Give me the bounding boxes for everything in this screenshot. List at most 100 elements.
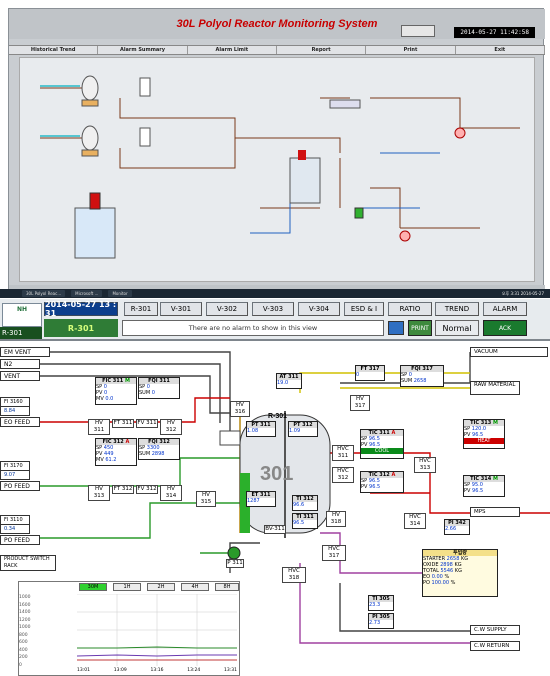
ti311-panel[interactable]: TI 311 96.5: [292, 513, 318, 529]
os-taskbar: 30L Polyol Reac... Microsoft ... Monitor…: [0, 289, 550, 298]
nav-ratio[interactable]: RATIO: [388, 302, 432, 316]
menu-historical-trend[interactable]: Historical Trend: [9, 46, 99, 54]
fqi317-sum: 2658: [413, 378, 427, 384]
et311-value: 1287: [247, 498, 260, 504]
pump-1-icon: [454, 127, 466, 139]
pt311-panel[interactable]: PT 311 1.08: [246, 421, 276, 437]
valve-hvc314[interactable]: HVC 314: [404, 513, 426, 529]
valve-hvc311[interactable]: HVC 311: [332, 445, 354, 461]
top-small-button[interactable]: [401, 25, 435, 37]
menu-alarm-limit[interactable]: Alarm Limit: [188, 46, 277, 54]
current-view: R-301: [44, 319, 118, 337]
charge-summary-table: 투입량 STARTER 2658 KG OXIDE 2898 KG TOTAL …: [422, 549, 498, 597]
ti312-panel[interactable]: TI 312 96.6: [292, 495, 318, 511]
trend-tab-4h[interactable]: 4H: [181, 583, 209, 591]
valve-hv316[interactable]: HV 316: [230, 401, 250, 417]
nav-v302[interactable]: V-302: [206, 302, 248, 316]
trend-tab-1h[interactable]: 1H: [113, 583, 141, 591]
valve-hvc318[interactable]: HVC 318: [282, 567, 306, 583]
fqi311-panel[interactable]: FQI 311 SP 0 SUM 0: [138, 377, 180, 399]
ti305-panel[interactable]: TI 305 23.3: [368, 595, 394, 611]
ack-button[interactable]: ACK: [483, 320, 527, 336]
nav-trend[interactable]: TREND: [435, 302, 479, 316]
pump-2-icon: [399, 230, 411, 242]
valve-ft311[interactable]: FT 311: [112, 419, 134, 428]
hmi-date: 2014-05-27 13 : 31: [44, 300, 118, 318]
taskbar-item[interactable]: 30L Polyol Reac...: [22, 290, 66, 297]
taskbar-item[interactable]: Microsoft ...: [71, 290, 103, 297]
nav-v303[interactable]: V-303: [252, 302, 294, 316]
heat-exchanger-icon: [329, 99, 361, 109]
line-mps: MPS: [470, 507, 520, 517]
print-button[interactable]: PRINT: [408, 320, 432, 336]
valve-hv311[interactable]: HV 311: [88, 419, 110, 435]
company-logo: NH: [2, 303, 42, 327]
trend-tab-8h[interactable]: 8H: [215, 583, 239, 591]
valve-hv312[interactable]: HV 312: [160, 419, 182, 435]
menu-print[interactable]: Print: [366, 46, 456, 54]
line-eo-feed: EO FEED: [0, 417, 40, 427]
valve-bv311[interactable]: BV-311: [264, 525, 286, 534]
valve-fv312[interactable]: FV 312: [136, 485, 158, 494]
tic314-mode: M: [492, 476, 498, 482]
menu-alarm-summary[interactable]: Alarm Summary: [98, 46, 188, 54]
top-diagram-svg: [40, 75, 520, 259]
tic312-panel[interactable]: TIC 312 A SP 96.5 PV 96.5: [360, 471, 404, 493]
fic311-mode: M: [124, 378, 130, 384]
fic311-mv: 0.0: [105, 396, 114, 402]
nav-alarm[interactable]: ALARM: [483, 302, 527, 316]
menu-exit[interactable]: Exit: [456, 46, 545, 54]
pi342-panel[interactable]: PI 342 2.66: [444, 519, 470, 535]
top-process-diagram: [19, 57, 535, 282]
valve-hv317[interactable]: HV 317: [350, 395, 370, 411]
valve-hv315[interactable]: HV 315: [196, 491, 216, 507]
valve-fv311[interactable]: FV 311: [136, 419, 158, 428]
valve-hvc317[interactable]: HVC 317: [322, 545, 346, 561]
fi3170-value: 9.07: [0, 470, 30, 480]
fi3160-value: 8.84: [0, 406, 30, 416]
nav-esd[interactable]: ESD & I: [344, 302, 384, 316]
hmi-header: NH R-301 2014-05-27 13 : 31 R-301 R-301 …: [0, 299, 550, 341]
pi305-panel[interactable]: PI 305 2.73: [368, 613, 394, 629]
valve-hv314[interactable]: HV 314: [160, 485, 182, 501]
nav-v304[interactable]: V-304: [298, 302, 340, 316]
summary-row: PO 100.00 %: [423, 580, 456, 586]
trend-tab-2h[interactable]: 2H: [147, 583, 175, 591]
fic311-panel[interactable]: FIC 311 M SP 0 PV 0 MV 0.0: [95, 377, 137, 405]
valve-hv313[interactable]: HV 313: [88, 485, 110, 501]
taskbar-item[interactable]: Monitor: [108, 290, 132, 297]
unit-tag: R-301: [0, 327, 42, 339]
nav-v301[interactable]: V-301: [160, 302, 202, 316]
et311-panel[interactable]: ET 311 1287: [246, 491, 276, 507]
tic314-panel[interactable]: TIC 314 M SP 95.0 PV 96.5: [463, 475, 505, 497]
pump-p311[interactable]: P 311: [226, 559, 244, 568]
line-vacuum: VACUUM: [470, 347, 548, 357]
tic313-state: HEAT: [464, 438, 504, 444]
tic313-panel[interactable]: TIC 313 M SP 120.0 PV 96.5 HEAT: [463, 419, 505, 449]
at311-panel[interactable]: AT 311 19.0: [276, 373, 302, 389]
trend-tab-30m[interactable]: 30M: [79, 583, 107, 591]
menu-report[interactable]: Report: [277, 46, 367, 54]
at311-value: 19.0: [277, 380, 289, 386]
top-monitor-window: 30L Polyol Reactor Monitoring System 201…: [8, 8, 545, 291]
tic311-panel[interactable]: TIC 311 A SP 96.5 PV 96.5 COOL: [360, 429, 404, 459]
tic311-state: COOL: [361, 448, 403, 454]
pt312-panel[interactable]: PT 312 1.09: [288, 421, 318, 437]
line-raw-material: RAW MATERIAL: [470, 381, 520, 395]
ft317-panel[interactable]: FT 317 0: [355, 365, 385, 381]
fqi317-panel[interactable]: FQI 317 SP 0 SUM 2658: [400, 365, 444, 387]
fqi312-panel[interactable]: FQI 312 SP 3300 SUM 2898: [138, 438, 180, 460]
valve-hvc313[interactable]: HVC 313: [414, 457, 436, 473]
fic312-panel[interactable]: FIC 312 A SP 450 PV 449 MV 61.2: [95, 438, 137, 466]
tic314-pv: 96.5: [472, 488, 484, 494]
valve-hvc312[interactable]: HVC 312: [332, 467, 354, 483]
valve-ft312[interactable]: FT 312: [112, 485, 134, 494]
fic312-mode: A: [125, 439, 130, 445]
nav-r301[interactable]: R-301: [124, 302, 158, 316]
tic312-pv: 96.5: [369, 484, 381, 490]
silence-button[interactable]: [388, 321, 404, 335]
reactor-tank-icon: [74, 207, 116, 259]
trend-scale: 1000 1600 1400 1200 1000 800 600 400 200 0: [19, 595, 31, 668]
valve-hv318[interactable]: HV 318: [326, 511, 346, 527]
fqi311-sum: 0: [151, 390, 155, 396]
